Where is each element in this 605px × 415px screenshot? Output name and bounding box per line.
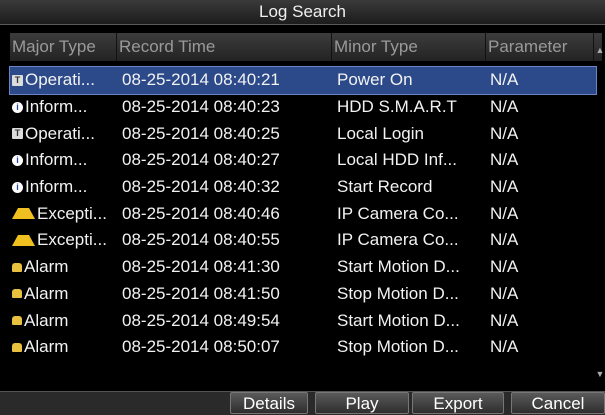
major-type-text: Operati...: [25, 123, 95, 143]
major-type-text: Operati...: [25, 70, 95, 90]
parameter-cell: N/A: [490, 123, 519, 143]
table-row[interactable]: Alarm 08-25-2014 08:41:50 Stop Motion D...…: [10, 281, 596, 308]
record-time-cell: 08-25-2014 08:41:50: [122, 283, 280, 303]
table-row[interactable]: Alarm 08-25-2014 08:41:30 Start Motion D..…: [10, 254, 596, 281]
major-type-cell: i Inform...: [10, 97, 117, 117]
major-type-text: Alarm: [24, 283, 69, 303]
parameter-cell: N/A: [490, 177, 519, 197]
column-header-major-type[interactable]: Major Type: [10, 33, 117, 61]
major-type-cell: Excepti...: [10, 230, 117, 250]
major-type-cell: i Inform...: [10, 150, 117, 170]
record-time-cell: 08-25-2014 08:40:27: [122, 150, 280, 170]
column-header-parameter[interactable]: Parameter: [486, 33, 594, 61]
log-table-body: T Operati... 08-25-2014 08:40:21 Power On N/…: [9, 66, 597, 361]
column-header-record-time[interactable]: Record Time: [117, 33, 332, 61]
major-type-cell: Alarm: [10, 257, 117, 277]
record-time-cell: 08-25-2014 08:40:55: [122, 230, 280, 250]
information-icon: i: [12, 101, 23, 113]
alarm-icon: [12, 289, 22, 299]
table-row[interactable]: i Inform... 08-25-2014 08:40:23 HDD S.M.A.R…: [10, 94, 596, 121]
operation-icon: T: [12, 74, 23, 86]
minor-type-cell: Start Motion D...: [337, 310, 460, 330]
operation-icon: T: [12, 128, 23, 140]
table-row[interactable]: Alarm 08-25-2014 08:50:07 Stop Motion D...…: [10, 334, 596, 361]
record-time-cell: 08-25-2014 08:40:21: [122, 70, 280, 90]
major-type-text: Alarm: [24, 257, 69, 277]
information-icon: i: [12, 181, 23, 193]
record-time-cell: 08-25-2014 08:40:23: [122, 97, 280, 117]
major-type-cell: Excepti...: [10, 204, 117, 224]
record-time-cell: 08-25-2014 08:41:30: [122, 257, 280, 277]
export-button[interactable]: Export: [412, 392, 504, 414]
table-row[interactable]: T Operati... 08-25-2014 08:40:25 Local Logi…: [10, 120, 596, 147]
alarm-icon: [12, 316, 22, 326]
table-row[interactable]: i Inform... 08-25-2014 08:40:27 Local HDD I…: [10, 147, 596, 174]
exception-icon: [12, 234, 35, 246]
minor-type-cell: Stop Motion D...: [337, 337, 459, 357]
record-time-cell: 08-25-2014 08:49:54: [122, 310, 280, 330]
table-row[interactable]: T Operati... 08-25-2014 08:40:21 Power On N/…: [9, 66, 597, 95]
table-row[interactable]: i Inform... 08-25-2014 08:40:32 Start Recor…: [10, 174, 596, 201]
major-type-text: Excepti...: [37, 203, 107, 223]
minor-type-cell: Start Record: [337, 177, 433, 197]
scroll-down-arrow-icon[interactable]: ▼: [595, 369, 605, 379]
minor-type-cell: Local Login: [337, 123, 424, 143]
log-search-window: Log Search Major Type Record Time Minor …: [0, 0, 605, 415]
vertical-scrollbar[interactable]: ▲ ▼: [595, 33, 605, 383]
major-type-text: Excepti...: [37, 230, 107, 250]
major-type-text: Inform...: [25, 150, 88, 170]
minor-type-cell: IP Camera Co...: [337, 203, 459, 223]
major-type-text: Inform...: [25, 177, 88, 197]
table-row[interactable]: Alarm 08-25-2014 08:49:54 Start Motion D..…: [10, 307, 596, 334]
parameter-cell: N/A: [490, 257, 519, 277]
major-type-cell: Alarm: [10, 337, 117, 357]
parameter-cell: N/A: [490, 70, 519, 90]
major-type-cell: T Operati...: [10, 124, 117, 144]
major-type-cell: i Inform...: [10, 177, 117, 197]
window-title: Log Search: [0, 0, 605, 25]
minor-type-cell: Power On: [337, 70, 413, 90]
major-type-cell: Alarm: [10, 284, 117, 304]
major-type-text: Alarm: [24, 310, 69, 330]
minor-type-cell: IP Camera Co...: [337, 230, 459, 250]
table-row[interactable]: Excepti... 08-25-2014 08:40:46 IP Camera C…: [10, 200, 596, 227]
record-time-cell: 08-25-2014 08:40:46: [122, 203, 280, 223]
minor-type-cell: Stop Motion D...: [337, 283, 459, 303]
record-time-cell: 08-25-2014 08:50:07: [122, 337, 280, 357]
minor-type-cell: HDD S.M.A.R.T: [337, 97, 457, 117]
exception-icon: [12, 208, 35, 220]
details-button[interactable]: Details: [230, 392, 308, 414]
major-type-text: Inform...: [25, 97, 88, 117]
alarm-icon: [12, 342, 22, 352]
table-header: Major Type Record Time Minor Type Parame…: [10, 33, 602, 61]
parameter-cell: N/A: [490, 310, 519, 330]
column-header-minor-type[interactable]: Minor Type: [332, 33, 486, 61]
major-type-cell: Alarm: [10, 311, 117, 331]
alarm-icon: [12, 262, 22, 272]
cancel-button[interactable]: Cancel: [511, 392, 605, 414]
minor-type-cell: Local HDD Inf...: [337, 150, 457, 170]
parameter-cell: N/A: [490, 203, 519, 223]
minor-type-cell: Start Motion D...: [337, 257, 460, 277]
record-time-cell: 08-25-2014 08:40:32: [122, 177, 280, 197]
parameter-cell: N/A: [490, 283, 519, 303]
record-time-cell: 08-25-2014 08:40:25: [122, 123, 280, 143]
parameter-cell: N/A: [490, 150, 519, 170]
parameter-cell: N/A: [490, 337, 519, 357]
scroll-up-arrow-icon[interactable]: ▲: [595, 45, 605, 55]
parameter-cell: N/A: [490, 230, 519, 250]
major-type-cell: T Operati...: [10, 70, 117, 90]
information-icon: i: [12, 154, 23, 166]
play-button[interactable]: Play: [315, 392, 409, 414]
parameter-cell: N/A: [490, 97, 519, 117]
table-row[interactable]: Excepti... 08-25-2014 08:40:55 IP Camera C…: [10, 227, 596, 254]
major-type-text: Alarm: [24, 337, 69, 357]
